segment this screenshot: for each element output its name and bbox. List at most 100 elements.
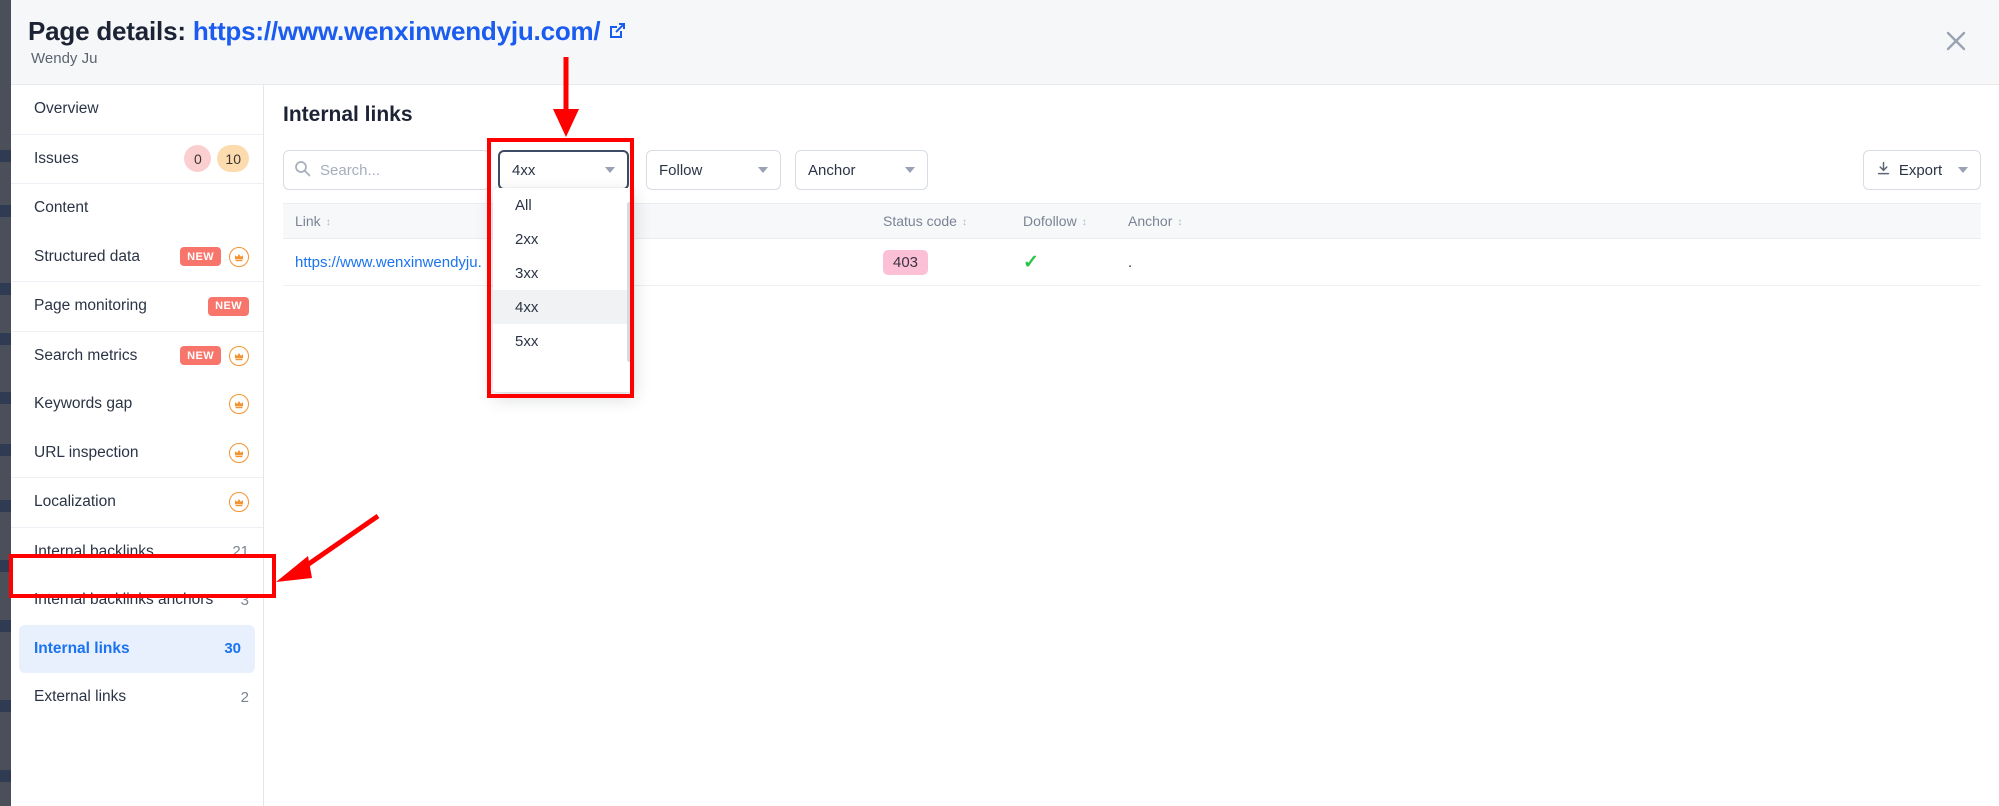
sidebar-group: Overview [11, 85, 263, 135]
sort-icon[interactable]: ↕ [1082, 218, 1087, 228]
sidebar-item-page-monitoring[interactable]: Page monitoring NEW [11, 282, 263, 331]
dropdown-option-3xx[interactable]: 3xx [493, 256, 634, 290]
sidebar-item-label: Content [34, 199, 89, 217]
sidebar-item-label: Keywords gap [34, 395, 133, 413]
premium-crown-icon [229, 394, 249, 415]
sidebar-item-internal-backlinks-anchors[interactable]: Internal backlinks anchors 3 [11, 576, 263, 625]
sidebar-item-label: Localization [34, 493, 116, 511]
chevron-down-icon [758, 167, 768, 173]
sidebar-item-count: 30 [224, 640, 241, 658]
modal-header: Page details: https://www.wenxinwendyju.… [11, 0, 1999, 85]
premium-crown-icon [229, 492, 249, 513]
status-code-filter-select[interactable]: 4xx [498, 150, 629, 190]
sidebar-item-issues[interactable]: Issues 0 10 [11, 135, 263, 184]
anchor-filter-select[interactable]: Anchor [795, 150, 928, 190]
section-title: Internal links [283, 103, 413, 126]
background-page-edge [0, 0, 11, 806]
sidebar-group: Localization [11, 478, 263, 528]
sidebar-item-label: URL inspection [34, 443, 139, 461]
search-field-wrapper[interactable] [283, 150, 490, 190]
sidebar-group: Internal backlinks 21 Internal backlinks… [11, 528, 263, 722]
new-badge: NEW [180, 247, 221, 267]
check-icon: ✓ [1023, 251, 1039, 273]
sidebar-item-url-inspection[interactable]: URL inspection [11, 429, 263, 478]
sort-icon[interactable]: ↕ [326, 218, 331, 228]
premium-crown-icon [229, 246, 249, 267]
premium-crown-icon [229, 442, 249, 463]
sidebar-item-label: Internal backlinks anchors [34, 591, 214, 609]
dropdown-option-2xx[interactable]: 2xx [493, 222, 634, 256]
cell-dofollow: ✓ [1023, 251, 1128, 274]
download-icon [1876, 161, 1891, 180]
close-icon[interactable] [1939, 24, 1973, 58]
sidebar-group: Page monitoring NEW [11, 282, 263, 332]
premium-crown-icon [229, 345, 249, 366]
sidebar-item-external-links[interactable]: External links 2 [11, 673, 263, 722]
sidebar-item-label: Structured data [34, 247, 140, 265]
issues-count-warnings: 10 [217, 145, 249, 173]
sidebar-item-label: Overview [34, 100, 99, 118]
page-title-prefix: Page details: [28, 16, 186, 46]
sidebar-item-overview[interactable]: Overview [11, 85, 263, 134]
sidebar-item-label: Internal links [34, 639, 130, 657]
new-badge: NEW [208, 296, 249, 316]
sidebar-item-label: Search metrics [34, 346, 138, 364]
sidebar-group: Content Structured data NEW [11, 184, 263, 282]
chevron-down-icon [905, 167, 915, 173]
page-subtitle: Wendy Ju [31, 50, 98, 67]
cell-anchor: . [1128, 254, 1248, 271]
sidebar-group: Issues 0 10 [11, 135, 263, 184]
sidebar-item-search-metrics[interactable]: Search metrics NEW [11, 332, 263, 381]
sort-icon[interactable]: ↕ [962, 218, 967, 228]
sidebar-item-structured-data[interactable]: Structured data NEW [11, 233, 263, 282]
sidebar-item-internal-backlinks[interactable]: Internal backlinks 21 [11, 528, 263, 577]
dropdown-option-all[interactable]: All [493, 188, 634, 222]
sidebar-item-count: 3 [240, 591, 249, 609]
chevron-down-icon [605, 167, 615, 173]
status-code-filter-dropdown[interactable]: All 2xx 3xx 4xx 5xx [493, 188, 634, 392]
sidebar-item-keywords-gap[interactable]: Keywords gap [11, 380, 263, 429]
search-input[interactable] [318, 160, 478, 180]
column-header-label: Dofollow [1023, 213, 1077, 229]
row-link[interactable]: https://www.wenxinwendyju. [295, 254, 482, 271]
sidebar-item-label: External links [34, 688, 127, 706]
sort-icon[interactable]: ↕ [1177, 218, 1182, 228]
sidebar-group: Search metrics NEW Keywords gap URL insp… [11, 332, 263, 478]
external-link-icon[interactable] [606, 18, 628, 49]
anchor-value: . [1128, 253, 1133, 271]
dropdown-scrollbar[interactable] [627, 202, 632, 362]
column-header-label: Link [295, 213, 321, 229]
export-button[interactable]: Export [1863, 150, 1981, 190]
column-header-status-code[interactable]: Status code ↕ [883, 213, 1023, 229]
column-header-dofollow[interactable]: Dofollow ↕ [1023, 213, 1128, 229]
page-details-modal: Page details: https://www.wenxinwendyju.… [0, 0, 1999, 806]
follow-filter-value: Follow [659, 161, 703, 179]
anchor-filter-value: Anchor [808, 161, 856, 179]
cell-status-code: 403 [883, 249, 1023, 275]
dropdown-option-4xx[interactable]: 4xx [493, 290, 634, 324]
column-header-anchor[interactable]: Anchor ↕ [1128, 213, 1248, 229]
sidebar-item-label: Internal backlinks [34, 542, 154, 560]
page-url-link[interactable]: https://www.wenxinwendyju.com/ [193, 16, 601, 46]
export-label: Export [1898, 161, 1943, 179]
sidebar-item-label: Page monitoring [34, 297, 147, 315]
sidebar-item-content[interactable]: Content [11, 184, 263, 233]
issues-count-errors: 0 [184, 145, 212, 173]
page-title: Page details: https://www.wenxinwendyju.… [28, 16, 628, 49]
dropdown-option-5xx[interactable]: 5xx [493, 324, 634, 358]
status-filter-value: 4xx [512, 161, 536, 179]
new-badge: NEW [180, 346, 221, 366]
sidebar-item-localization[interactable]: Localization [11, 478, 263, 527]
search-icon [294, 160, 311, 181]
table-toolbar: 4xx Follow Anchor Export [283, 150, 1981, 190]
status-badge: 403 [883, 249, 929, 275]
column-header-label: Anchor [1128, 213, 1173, 229]
chevron-down-icon [1958, 167, 1969, 173]
sidebar-item-count: 21 [232, 543, 249, 561]
follow-filter-select[interactable]: Follow [646, 150, 781, 190]
sidebar-item-label: Issues [34, 149, 79, 167]
column-header-label: Status code [883, 213, 957, 229]
sidebar-item-count: 2 [240, 688, 249, 706]
sidebar-navigation: Overview Issues 0 10 Content Structured … [11, 85, 264, 806]
sidebar-item-internal-links[interactable]: Internal links 30 [19, 624, 255, 673]
